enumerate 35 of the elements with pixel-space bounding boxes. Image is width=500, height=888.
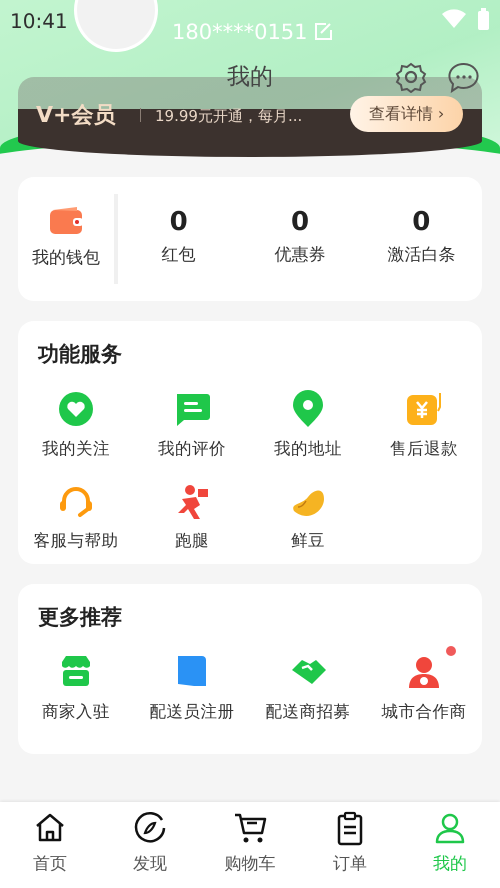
menu-item-label[interactable]: 商家入驻 [42, 700, 110, 724]
wifi-icon [441, 8, 467, 28]
notification-dot [446, 646, 456, 656]
tab-item[interactable]: 订单 [300, 802, 400, 888]
page-title: 我的 [226, 63, 274, 92]
stat-value: 0 [412, 209, 430, 236]
menu-item-label[interactable]: 售后退款 [390, 436, 458, 462]
stat-label[interactable]: 优惠券 [274, 243, 326, 269]
stat-label[interactable]: 红包 [162, 243, 196, 269]
battery-icon [477, 8, 490, 30]
stat-value: 0 [290, 209, 310, 236]
section-title: 更多推荐 [37, 604, 123, 631]
view-details-button[interactable]: 查看详情 › [350, 96, 463, 132]
menu-item-label[interactable]: 我的关注 [42, 436, 110, 462]
menu-item-label[interactable]: 配送商招募 [266, 700, 350, 724]
stat-value: 0 [170, 209, 188, 236]
menu-item-label[interactable]: 配送员注册 [150, 700, 234, 724]
tab-item[interactable]: 首页 [0, 802, 100, 888]
menu-item-label[interactable]: 城市合作商 [382, 700, 466, 724]
vip-logo: V+会员 [36, 102, 116, 130]
menu-item-label[interactable]: 客服与帮助 [34, 529, 118, 554]
message-icon[interactable] [447, 61, 481, 95]
settings-icon[interactable] [395, 61, 427, 93]
tab-item[interactable]: 购物车 [200, 802, 300, 888]
status-time: 10:41 [10, 8, 68, 35]
tab-item[interactable]: 发现 [100, 802, 200, 888]
menu-item-label[interactable]: 鲜豆 [291, 529, 325, 554]
section-title: 功能服务 [36, 341, 123, 368]
wallet-label[interactable]: 我的钱包 [32, 246, 100, 272]
menu-item-label[interactable]: 我的地址 [274, 436, 342, 462]
menu-item-label[interactable]: 我的评价 [158, 436, 226, 462]
vip-promo-text: 19.99元开通，每月... [155, 106, 302, 127]
stat-label[interactable]: 激活白条 [387, 243, 456, 269]
phone-number: 180****0151 [172, 19, 308, 46]
menu-item-label[interactable]: 跑腿 [175, 529, 209, 554]
